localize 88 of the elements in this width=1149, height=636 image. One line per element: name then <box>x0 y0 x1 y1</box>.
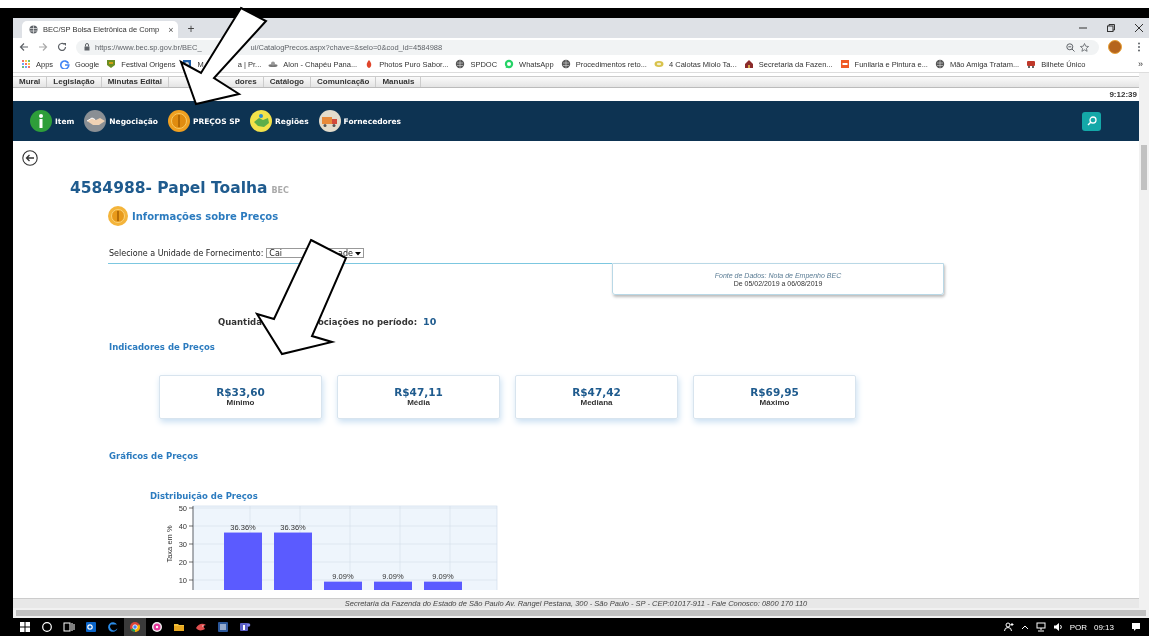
count-label: ociações no período: <box>317 317 418 327</box>
menu-tab[interactable]: Comunicação <box>316 77 370 87</box>
vertical-scrollbar[interactable] <box>1139 73 1149 608</box>
chart-bar <box>424 581 462 590</box>
close-icon[interactable] <box>1135 24 1143 32</box>
search-button[interactable] <box>1082 111 1101 131</box>
music-icon <box>151 621 163 633</box>
reload-icon[interactable] <box>57 42 67 52</box>
info-icon <box>30 110 52 132</box>
price-value: R$47,11 <box>394 387 443 398</box>
search-icon <box>41 621 53 633</box>
price-label: Máximo <box>759 398 790 407</box>
network-icon[interactable] <box>1035 622 1046 632</box>
bus-icon <box>1026 59 1037 69</box>
person-icon[interactable] <box>1003 622 1014 632</box>
chart-bar <box>274 532 312 590</box>
price-label: Média <box>407 398 430 407</box>
truck-icon <box>318 110 341 132</box>
menu-tab[interactable]: Catálogo <box>269 77 304 87</box>
windows-logo-icon <box>19 621 31 633</box>
people-icon <box>239 621 251 633</box>
bird-icon <box>195 621 207 633</box>
task-view-icon <box>63 621 75 633</box>
price-value: R$33,60 <box>216 387 265 398</box>
coin-icon <box>108 206 128 226</box>
house-icon <box>743 59 754 69</box>
menu-tab[interactable]: Minutas Edital <box>107 77 162 87</box>
map-icon <box>250 110 273 132</box>
star-icon[interactable] <box>1080 42 1089 52</box>
language-indicator[interactable]: POR <box>1069 622 1087 632</box>
price-value: R$47,42 <box>572 387 621 398</box>
chevron-up-icon[interactable] <box>1020 623 1029 631</box>
ring-icon <box>653 59 664 69</box>
mail-icon <box>85 621 97 633</box>
menu-tab[interactable]: Mural <box>19 77 41 87</box>
avatar[interactable] <box>1108 40 1122 54</box>
coin-icon <box>167 110 190 132</box>
back-arrow-icon[interactable] <box>19 42 29 52</box>
badge-icon <box>106 59 117 69</box>
price-value: R$69,95 <box>750 387 799 398</box>
new-tab-button[interactable]: + <box>187 22 195 36</box>
select-label: Selecione a Unidade de Fornecimento: <box>109 248 264 258</box>
chart-bar <box>324 581 362 590</box>
hat-icon <box>268 59 279 69</box>
section-heading: Indicadores de Preços <box>109 342 215 352</box>
taskbar-button[interactable] <box>124 618 146 636</box>
caret-icon <box>354 250 361 256</box>
horizontal-scrollbar[interactable] <box>13 608 1149 618</box>
flag-icon <box>839 59 850 69</box>
chat-icon <box>504 59 515 69</box>
price-label: Mediana <box>580 398 613 407</box>
more-bookmarks-button[interactable]: » <box>1138 59 1143 69</box>
chart-bar <box>374 581 412 590</box>
chrome-icon <box>129 621 141 633</box>
menu-tab[interactable]: Legislação <box>53 77 95 87</box>
taskbar-clock[interactable]: 09:13 <box>1093 622 1114 632</box>
globe-icon <box>455 59 466 69</box>
bec-tag: BEC <box>271 186 289 195</box>
globe-icon <box>29 25 38 34</box>
page-title: 4584988- Papel Toalha <box>70 179 268 197</box>
google-icon <box>60 59 71 69</box>
clock-text: 9:12:39 <box>1109 90 1137 99</box>
section-heading: Gráficos de Preços <box>109 451 199 461</box>
globe-icon <box>560 59 571 69</box>
chart-bar <box>224 532 262 590</box>
menu-tab[interactable]: dores <box>234 77 257 87</box>
tab-close-button[interactable]: × <box>168 24 174 35</box>
zoom-out-icon[interactable] <box>1066 42 1075 52</box>
price-label: Mínimo <box>226 398 255 407</box>
chart-title: Distribuição de Preços <box>150 491 258 501</box>
notification-icon[interactable] <box>1131 622 1141 632</box>
edge-icon <box>107 621 119 633</box>
menu-tab[interactable]: Manuais <box>382 77 415 87</box>
count-value: 10 <box>423 316 437 327</box>
count-label: Quantida <box>218 317 262 327</box>
lock-icon <box>84 43 90 51</box>
search-icon <box>1086 116 1097 126</box>
folder-icon <box>173 621 185 633</box>
menu-icon[interactable] <box>1137 42 1141 52</box>
document-icon <box>217 621 229 633</box>
apps-grid-icon <box>21 59 31 69</box>
minimize-icon[interactable] <box>1079 24 1087 32</box>
speaker-icon[interactable] <box>1052 622 1063 632</box>
globe-icon <box>934 59 945 69</box>
restore-icon[interactable] <box>1107 24 1115 32</box>
section-title: Informações sobre Preços <box>132 210 279 222</box>
back-circle-icon[interactable] <box>22 150 38 166</box>
handshake-icon <box>84 110 107 132</box>
